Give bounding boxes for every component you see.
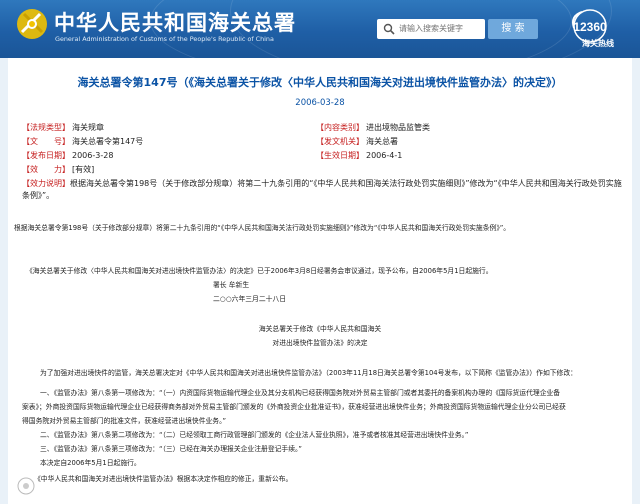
meta-key: 【效 力】 [22, 165, 70, 174]
meta-law-type: 【法规类型】 海关规章 [22, 122, 104, 133]
body-paragraph: 三、《监管办法》第八条第三项修改为：“（三）已经在海关办理报关企业注册登记手续。… [40, 445, 302, 453]
signer: 署长 牟新生 [213, 281, 250, 289]
body-paragraph: 案表》；外商投资国际货物运输代理企业已经获得商务部对外贸易主管部门颁发的《外商投… [22, 403, 566, 411]
site-header: 中华人民共和国海关总署 General Administration of Cu… [0, 0, 640, 58]
section-heading: 对进出境快件监管办法》的决定 [272, 339, 368, 347]
meta-issue-date: 【发布日期】 2006-3-28 [22, 150, 113, 161]
meta-key: 【文 号】 [22, 137, 70, 146]
meta-key: 【效力说明】 [22, 179, 70, 188]
body-paragraph: 一、《监管办法》第八条第一项修改为：“（一）内资国际货物运输代理企业及其分支机构… [40, 389, 561, 397]
document-panel: 海关总署令第147号（《海关总署关于修改〈中华人民共和国海关对进出境快件监管办法… [8, 58, 632, 504]
meta-value: [有效] [72, 165, 95, 174]
sign-date: 二○○六年三月二十八日 [213, 295, 287, 303]
meta-value: 2006-3-28 [72, 151, 114, 160]
site-title[interactable]: 中华人民共和国海关总署 [54, 7, 296, 37]
meta-effective-date: 【生效日期】 2006-4-1 [316, 150, 402, 161]
meta-value: 海关规章 [72, 123, 104, 132]
meta-key: 【生效日期】 [316, 151, 364, 160]
body-paragraph: 得国务院对外贸易主管部门的批准文件，获准经营进出境快件业务。” [22, 417, 227, 425]
meta-key: 【发布日期】 [22, 151, 70, 160]
watermark-icon [17, 477, 35, 495]
meta-effect-note: 【效力说明】根据海关总署令第198号（关于修改部分规章）将第二十九条引用的“《中… [22, 178, 622, 202]
hotline-label: 海关热线 [582, 39, 614, 48]
hotline-badge[interactable]: 12360 海关热线 [560, 6, 632, 54]
meta-key: 【内容类别】 [316, 123, 364, 132]
body-paragraph: 《海关总署关于修改〈中华人民共和国海关对进出境快件监管办法〉的决定》已于2006… [26, 267, 493, 275]
section-heading: 海关总署关于修改《中华人民共和国海关 [258, 325, 382, 333]
meta-value: 海关总署令第147号 [72, 137, 144, 146]
svg-text:12360: 12360 [573, 20, 607, 34]
body-paragraph: 根据海关总署令第198号（关于修改部分规章）将第二十九条引用的“《中华人民共和国… [14, 224, 511, 232]
meta-content-category: 【内容类别】 进出境物品监管类 [316, 122, 430, 133]
body-paragraph: 《中华人民共和国海关对进出境快件监管办法》根据本决定作相应的修正，重新公布。 [34, 475, 293, 483]
site-subtitle: General Administration of Customs of the… [55, 35, 274, 43]
search-input[interactable] [399, 21, 481, 36]
meta-validity: 【效 力】 [有效] [22, 164, 94, 175]
meta-issuer: 【发文机关】 海关总署 [316, 136, 398, 147]
search-button[interactable]: 搜 索 [488, 19, 538, 39]
meta-key: 【法规类型】 [22, 123, 70, 132]
customs-emblem-icon[interactable] [14, 6, 50, 42]
meta-key: 【发文机关】 [316, 137, 364, 146]
meta-value: 海关总署 [366, 137, 398, 146]
body-paragraph: 本决定自2006年5月1日起施行。 [40, 459, 141, 467]
document-title: 海关总署令第147号（《海关总署关于修改〈中华人民共和国海关对进出境快件监管办法… [77, 76, 563, 89]
meta-value: 2006-4-1 [366, 151, 403, 160]
body-paragraph: 二、《监管办法》第八条第二项修改为：“（二）已经领取工商行政管理部门颁发的《企业… [40, 431, 469, 439]
meta-value: 根据海关总署令第198号（关于修改部分规章）将第二十九条引用的“《中华人民共和国… [22, 179, 622, 200]
meta-value: 进出境物品监管类 [366, 123, 430, 132]
body-paragraph: 为了加强对进出境快件的监管，海关总署决定对《中华人民共和国海关对进出境快件监管办… [40, 369, 577, 377]
search-icon [383, 23, 395, 35]
meta-doc-number: 【文 号】 海关总署令第147号 [22, 136, 143, 147]
document-date: 2006-03-28 [295, 98, 345, 108]
search-box[interactable] [377, 19, 485, 39]
